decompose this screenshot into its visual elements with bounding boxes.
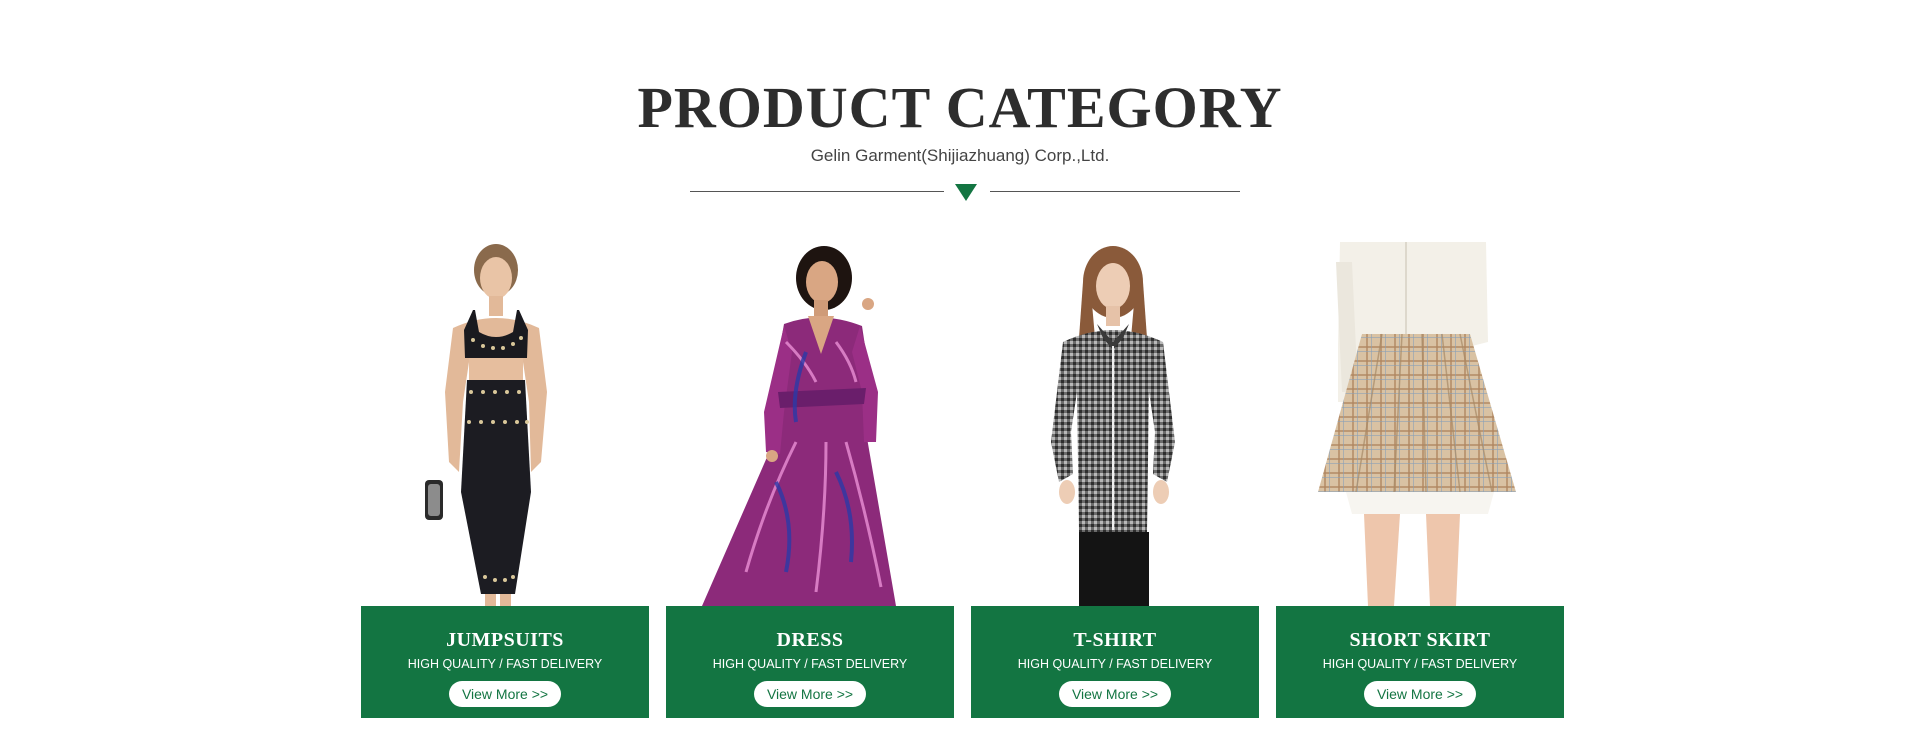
category-tagline: HIGH QUALITY / FAST DELIVERY <box>1322 657 1518 671</box>
product-image-short-skirt[interactable] <box>1276 242 1564 606</box>
category-card-t-shirt[interactable]: T-SHIRT HIGH QUALITY / FAST DELIVERY Vie… <box>971 242 1259 718</box>
view-more-button[interactable]: View More >> <box>1059 681 1171 707</box>
divider-left <box>690 191 944 192</box>
category-tagline: HIGH QUALITY / FAST DELIVERY <box>712 657 908 671</box>
category-name: JUMPSUITS <box>446 629 564 651</box>
view-more-button[interactable]: View More >> <box>449 681 561 707</box>
view-more-button[interactable]: View More >> <box>1364 681 1476 707</box>
product-image-t-shirt[interactable] <box>971 242 1259 606</box>
category-card-short-skirt[interactable]: SHORT SKIRT HIGH QUALITY / FAST DELIVERY… <box>1276 242 1564 718</box>
category-panel: JUMPSUITS HIGH QUALITY / FAST DELIVERY V… <box>361 606 649 718</box>
category-tagline: HIGH QUALITY / FAST DELIVERY <box>407 657 603 671</box>
category-card-jumpsuits[interactable]: JUMPSUITS HIGH QUALITY / FAST DELIVERY V… <box>361 242 649 718</box>
category-name: T-SHIRT <box>1073 629 1157 651</box>
category-name: SHORT SKIRT <box>1349 629 1491 651</box>
category-panel: SHORT SKIRT HIGH QUALITY / FAST DELIVERY… <box>1276 606 1564 718</box>
category-panel: DRESS HIGH QUALITY / FAST DELIVERY View … <box>666 606 954 718</box>
view-more-button[interactable]: View More >> <box>754 681 866 707</box>
product-image-dress[interactable] <box>666 242 954 606</box>
category-name: DRESS <box>776 629 844 651</box>
company-subtitle: Gelin Garment(Shijiazhuang) Corp.,Ltd. <box>810 146 1110 165</box>
category-tagline: HIGH QUALITY / FAST DELIVERY <box>1017 657 1213 671</box>
category-card-dress[interactable]: DRESS HIGH QUALITY / FAST DELIVERY View … <box>666 242 954 718</box>
category-panel: T-SHIRT HIGH QUALITY / FAST DELIVERY Vie… <box>971 606 1259 718</box>
divider-right <box>990 191 1240 192</box>
triangle-down-icon <box>955 184 977 201</box>
product-image-jumpsuits[interactable] <box>361 242 649 606</box>
page-title: PRODUCT CATEGORY <box>637 75 1283 140</box>
